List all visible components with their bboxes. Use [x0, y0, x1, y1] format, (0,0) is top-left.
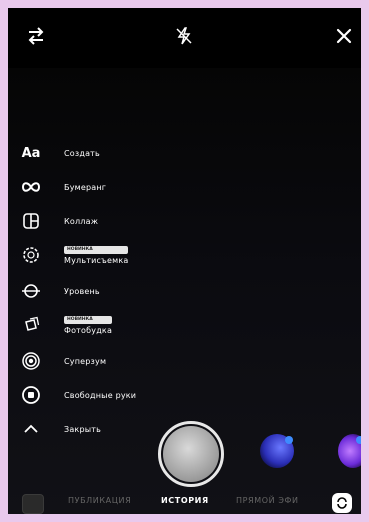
- bottom-mode-bar: ПУБЛИКАЦИЯ ИСТОРИЯ ПРЯМОЙ ЭФИ: [8, 492, 361, 514]
- swap-arrows-icon[interactable]: [22, 22, 50, 50]
- new-badge: НОВИНКА: [64, 245, 129, 254]
- menu-item-label: Фотобудка: [64, 325, 113, 335]
- camera-screen: Aa Создать Бумеранг Коллаж НОВИНКА Мульт…: [8, 8, 361, 514]
- infinity-icon: [18, 175, 44, 199]
- menu-item-create[interactable]: Aa Создать: [18, 141, 178, 165]
- photobooth-icon: [18, 313, 44, 337]
- menu-item-hands-free[interactable]: Свободные руки: [18, 383, 178, 407]
- effect-thumbnail-purple[interactable]: [338, 434, 361, 468]
- effect-thumbnail-blue[interactable]: [260, 434, 294, 468]
- shutter-button[interactable]: [158, 421, 224, 487]
- hands-free-icon: [18, 383, 44, 407]
- superzoom-icon: [18, 349, 44, 373]
- menu-item-label: Коллаж: [64, 216, 99, 226]
- multi-capture-icon: [18, 243, 44, 267]
- menu-item-label: Создать: [64, 148, 100, 158]
- menu-item-label: Мультисъемка: [64, 255, 129, 265]
- switch-camera-icon[interactable]: [332, 493, 352, 513]
- menu-item-collage[interactable]: Коллаж: [18, 209, 178, 233]
- level-icon: [18, 279, 44, 303]
- chevron-up-icon: [18, 417, 44, 441]
- tab-live[interactable]: ПРЯМОЙ ЭФИ: [236, 496, 299, 505]
- menu-item-multi-capture[interactable]: НОВИНКА Мультисъемка: [18, 243, 178, 267]
- layout-icon: [18, 209, 44, 233]
- new-badge: НОВИНКА: [64, 315, 113, 324]
- menu-item-close[interactable]: Закрыть: [18, 417, 178, 441]
- tab-story[interactable]: ИСТОРИЯ: [161, 496, 209, 505]
- menu-item-label: Свободные руки: [64, 390, 137, 400]
- menu-item-photobooth[interactable]: НОВИНКА Фотобудка: [18, 313, 178, 337]
- top-bar: [8, 8, 361, 60]
- close-icon[interactable]: [330, 22, 358, 50]
- menu-item-superzoom[interactable]: Суперзум: [18, 349, 178, 373]
- text-aa-icon: Aa: [21, 145, 41, 161]
- menu-item-level[interactable]: Уровень: [18, 279, 178, 303]
- shutter-inner: [163, 426, 219, 482]
- menu-item-label: Закрыть: [64, 424, 102, 434]
- gallery-thumbnail-icon[interactable]: [22, 494, 44, 514]
- menu-item-label: Суперзум: [64, 356, 107, 366]
- menu-item-label: Уровень: [64, 286, 100, 296]
- menu-item-boomerang[interactable]: Бумеранг: [18, 175, 178, 199]
- tab-publication[interactable]: ПУБЛИКАЦИЯ: [68, 496, 131, 505]
- flash-off-icon[interactable]: [170, 22, 198, 50]
- menu-item-label: Бумеранг: [64, 182, 107, 192]
